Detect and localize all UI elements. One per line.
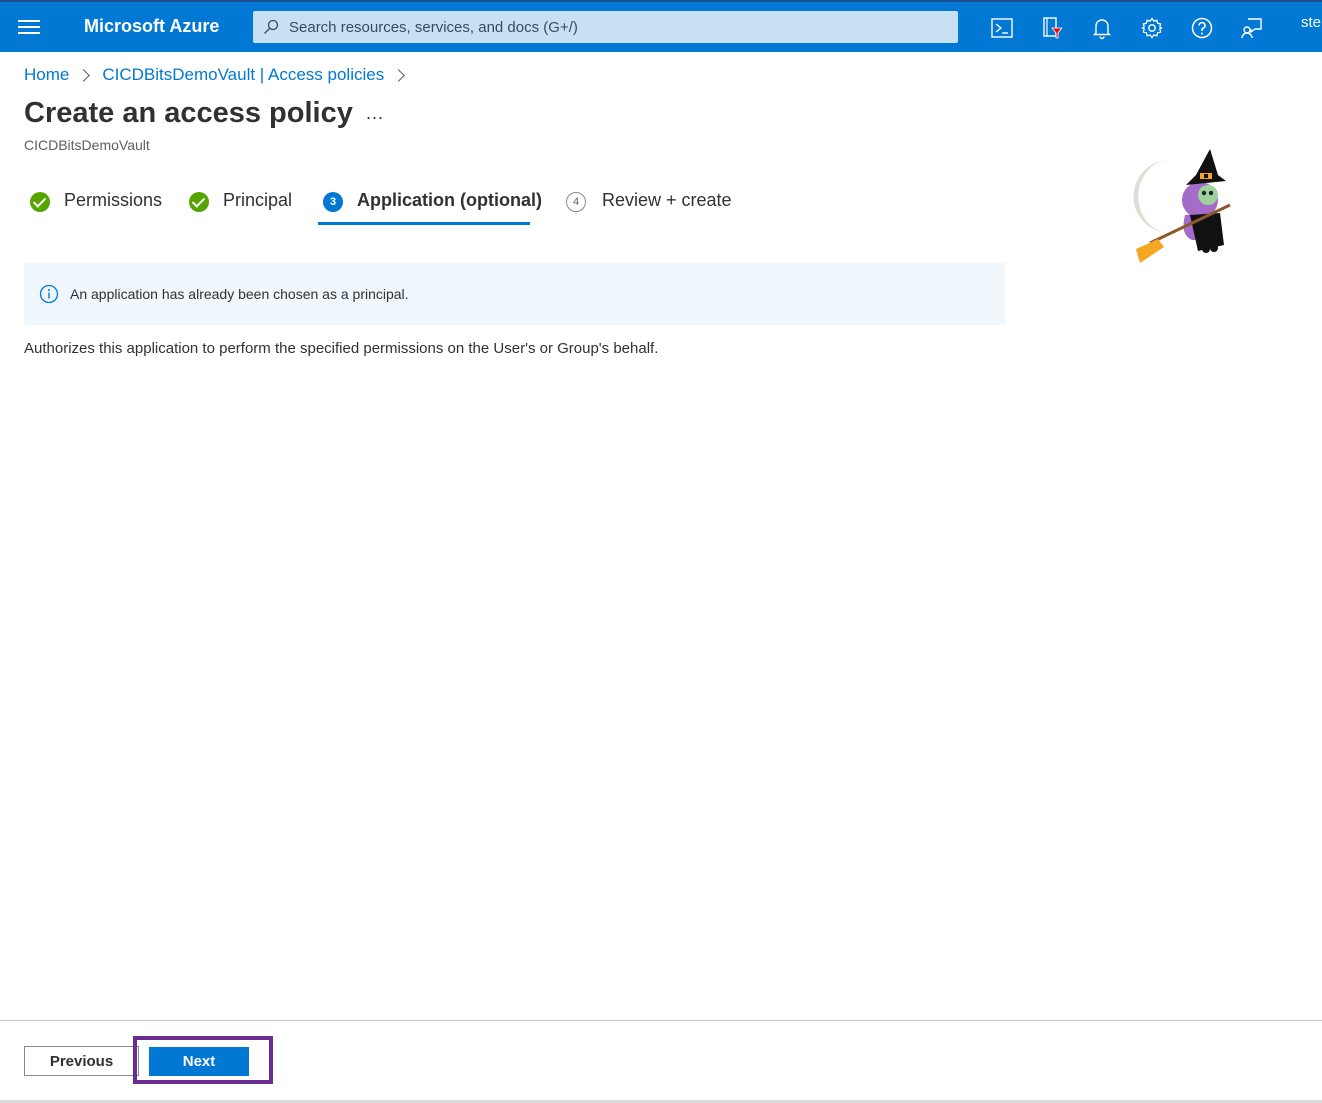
tab-permissions[interactable]: Permissions: [30, 190, 162, 222]
footer-divider: [0, 1020, 1322, 1021]
breadcrumb-home[interactable]: Home: [24, 65, 69, 85]
settings-icon[interactable]: [1140, 16, 1164, 40]
directory-filter-icon[interactable]: [1040, 16, 1064, 40]
tab-review-create[interactable]: 4 Review + create: [566, 190, 732, 222]
search-input[interactable]: [289, 11, 939, 43]
help-icon[interactable]: [1190, 16, 1214, 40]
tab-principal[interactable]: Principal: [189, 190, 292, 222]
search-icon: [264, 19, 279, 34]
page-subtitle: CICDBitsDemoVault: [24, 137, 150, 153]
step-number-badge: 4: [566, 192, 586, 212]
account-name[interactable]: ste: [1301, 14, 1321, 31]
application-description: Authorizes this application to perform t…: [24, 340, 659, 357]
step-label: Review + create: [602, 190, 732, 210]
chevron-right-icon: [77, 68, 91, 82]
global-search[interactable]: [253, 11, 958, 43]
page-title: Create an access policy: [24, 97, 353, 129]
info-banner-text: An application has already been chosen a…: [70, 286, 409, 302]
next-button[interactable]: Next: [149, 1047, 249, 1076]
step-label: Permissions: [64, 190, 163, 210]
brand-name[interactable]: Microsoft Azure: [84, 16, 219, 37]
breadcrumb: Home CICDBitsDemoVault | Access policies: [24, 65, 417, 85]
step-label: Application (optional): [357, 190, 542, 210]
chevron-right-icon: [392, 68, 406, 82]
cloud-shell-icon[interactable]: [990, 16, 1014, 40]
active-tab-indicator: [318, 222, 530, 225]
top-navigation-bar: Microsoft Azure ste: [0, 0, 1322, 52]
more-options-icon[interactable]: ...: [366, 103, 384, 124]
previous-button[interactable]: Previous: [24, 1046, 139, 1076]
step-label: Principal: [223, 190, 293, 210]
step-number-badge: 3: [323, 192, 343, 212]
notifications-icon[interactable]: [1090, 16, 1114, 40]
info-banner: An application has already been chosen a…: [24, 263, 1005, 325]
info-icon: [39, 284, 59, 304]
breadcrumb-access-policies[interactable]: CICDBitsDemoVault | Access policies: [102, 65, 384, 85]
feedback-icon[interactable]: [1240, 16, 1264, 40]
witch-moon-illustration: [1133, 149, 1231, 263]
tab-application[interactable]: 3 Application (optional): [323, 190, 542, 222]
check-complete-icon: [30, 192, 50, 212]
check-complete-icon: [189, 192, 209, 212]
menu-icon[interactable]: [18, 17, 40, 37]
